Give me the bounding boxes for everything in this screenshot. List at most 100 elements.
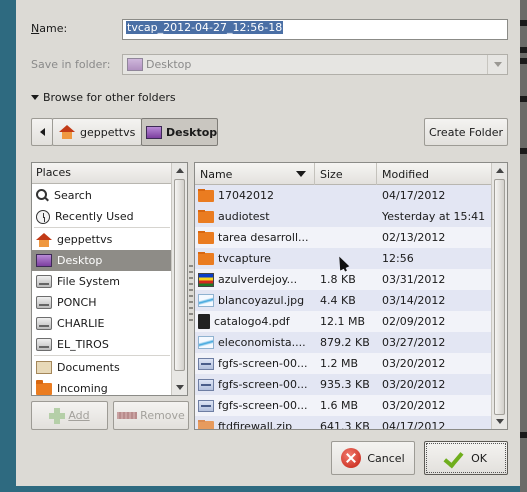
file-list[interactable]: Name Size Modified 17042012 04/17/2012 a…	[194, 162, 508, 430]
breadcrumb-home-label: geppettvs	[80, 125, 136, 139]
file-row[interactable]: fgfs-screen-00... 935.3 KB 03/20/2012	[195, 374, 491, 395]
file-name: azulverdejoy...	[218, 273, 298, 286]
image-icon	[198, 294, 214, 307]
save-in-folder-label: Save in folder:	[31, 58, 111, 71]
drive-icon	[36, 338, 52, 351]
pane-resize-handle[interactable]	[189, 265, 193, 325]
file-name: 17042012	[218, 189, 274, 202]
recent-icon	[36, 209, 50, 224]
sidebar-item-home[interactable]: geppettvs	[32, 229, 172, 250]
breadcrumb-desktop-button[interactable]: Desktop	[141, 118, 218, 146]
folder-icon	[198, 210, 214, 223]
file-modified: 02/13/2012	[382, 231, 446, 244]
scroll-down-icon[interactable]	[492, 414, 507, 428]
drive-icon	[36, 296, 52, 309]
scroll-up-icon[interactable]	[492, 164, 507, 178]
file-row[interactable]: 17042012 04/17/2012	[195, 185, 491, 206]
places-header[interactable]: Places	[32, 163, 172, 184]
file-modified: 04/17/2012	[382, 189, 446, 202]
breadcrumb-desktop-label: Desktop	[166, 125, 218, 139]
sort-descending-icon	[296, 171, 306, 177]
path-back-button[interactable]	[31, 118, 53, 146]
scroll-up-icon[interactable]	[172, 164, 187, 178]
desktop-icon	[36, 254, 52, 267]
pdf-icon	[198, 314, 210, 329]
file-list-scrollbar[interactable]	[491, 163, 507, 429]
column-name-label: Name	[200, 167, 233, 181]
file-size: 1.6 MB	[320, 399, 359, 412]
sidebar-item-documents[interactable]: Documents	[32, 357, 172, 378]
browse-other-folders-label: Browse for other folders	[43, 91, 176, 104]
chevron-down-icon	[487, 55, 507, 74]
file-row[interactable]: blancoyazul.jpg 4.4 KB 03/14/2012	[195, 290, 491, 311]
folder-icon	[36, 379, 52, 395]
browse-other-folders-toggle[interactable]: Browse for other folders	[31, 91, 176, 104]
file-row[interactable]: azulverdejoy... 1.8 KB 03/31/2012	[195, 269, 491, 290]
screenshot-icon	[198, 378, 214, 391]
sidebar-item-label: CHARLIE	[57, 317, 105, 330]
file-row[interactable]: catalogo4.pdf 12.1 MB 02/09/2012	[195, 311, 491, 332]
expander-arrow-icon	[31, 95, 39, 100]
cancel-button[interactable]: Cancel	[331, 441, 415, 475]
file-row[interactable]: fgfs-screen-00... 1.2 MB 03/20/2012	[195, 353, 491, 374]
drive-icon	[36, 275, 52, 288]
places-scrollbar[interactable]	[171, 163, 187, 395]
sidebar-item-recently-used[interactable]: Recently Used	[32, 206, 172, 227]
cancel-label: Cancel	[367, 451, 405, 465]
window-border-right	[520, 0, 527, 492]
cancel-icon	[341, 448, 362, 468]
file-row[interactable]: eleconomista.... 879.2 KB 03/27/2012	[195, 332, 491, 353]
image-icon	[198, 272, 214, 287]
places-sidebar[interactable]: Places Search Recently Used geppettvs De…	[31, 162, 188, 396]
home-icon	[36, 232, 52, 247]
file-row[interactable]: tarea desarroll... 02/13/2012	[195, 227, 491, 248]
sidebar-item-el-tiros[interactable]: EL_TIROS	[32, 334, 172, 355]
file-size: 4.4 KB	[320, 294, 356, 307]
file-row[interactable]: ftdfirewall.zip 641.3 KB 04/17/2012	[195, 416, 491, 430]
sidebar-item-label: Recently Used	[55, 210, 134, 223]
sidebar-item-label: Documents	[57, 361, 120, 374]
sidebar-item-desktop[interactable]: Desktop	[32, 250, 172, 271]
folder-icon	[198, 231, 214, 244]
create-folder-button[interactable]: Create Folder	[424, 118, 508, 146]
add-bookmark-button: Add	[31, 401, 108, 430]
remove-icon	[117, 412, 138, 419]
filename-input[interactable]: tvcap_2012-04-27_12:56-18	[122, 19, 508, 40]
sidebar-item-search[interactable]: Search	[32, 185, 172, 206]
image-icon	[198, 336, 214, 349]
column-header-modified[interactable]: Modified	[377, 163, 491, 185]
sidebar-item-label: File System	[57, 275, 120, 288]
ok-button[interactable]: OK	[424, 441, 508, 475]
sidebar-item-file-system[interactable]: File System	[32, 271, 172, 292]
add-icon	[49, 407, 66, 424]
file-name: ftdfirewall.zip	[218, 420, 293, 430]
sidebar-item-ponch[interactable]: PONCH	[32, 292, 172, 313]
file-modified: 12:56	[382, 252, 414, 265]
file-list-scrollbar-thumb[interactable]	[494, 179, 505, 415]
breadcrumb-home-button[interactable]: geppettvs	[52, 118, 142, 146]
sidebar-item-incoming[interactable]: Incoming	[32, 378, 172, 395]
column-header-size[interactable]: Size	[315, 163, 377, 185]
search-icon	[36, 189, 49, 202]
sidebar-item-label: Desktop	[57, 254, 103, 267]
file-name: tarea desarroll...	[218, 231, 309, 244]
filename-value: tvcap_2012-04-27_12:56-18	[126, 21, 284, 34]
folder-icon	[198, 189, 214, 202]
sidebar-item-charlie[interactable]: CHARLIE	[32, 313, 172, 334]
create-folder-label: Create Folder	[428, 125, 504, 139]
file-size: 879.2 KB	[320, 336, 370, 349]
file-row[interactable]: fgfs-screen-00... 1.6 MB 03/20/2012	[195, 395, 491, 416]
file-rows: 17042012 04/17/2012 audiotest Yesterday …	[195, 185, 491, 430]
file-row[interactable]: audiotest Yesterday at 15:41	[195, 206, 491, 227]
places-scrollbar-thumb[interactable]	[174, 179, 185, 371]
name-label-mnemonic: N	[31, 22, 40, 35]
scroll-down-icon[interactable]	[172, 380, 187, 394]
remove-label: Remove	[140, 409, 185, 422]
folder-icon	[198, 252, 214, 265]
screenshot-icon	[198, 357, 214, 370]
file-modified: 03/20/2012	[382, 378, 446, 391]
column-header-name[interactable]: Name	[195, 163, 315, 185]
save-in-folder-value: Desktop	[146, 58, 192, 71]
column-size-label: Size	[320, 167, 343, 181]
file-name: fgfs-screen-00...	[218, 357, 308, 370]
